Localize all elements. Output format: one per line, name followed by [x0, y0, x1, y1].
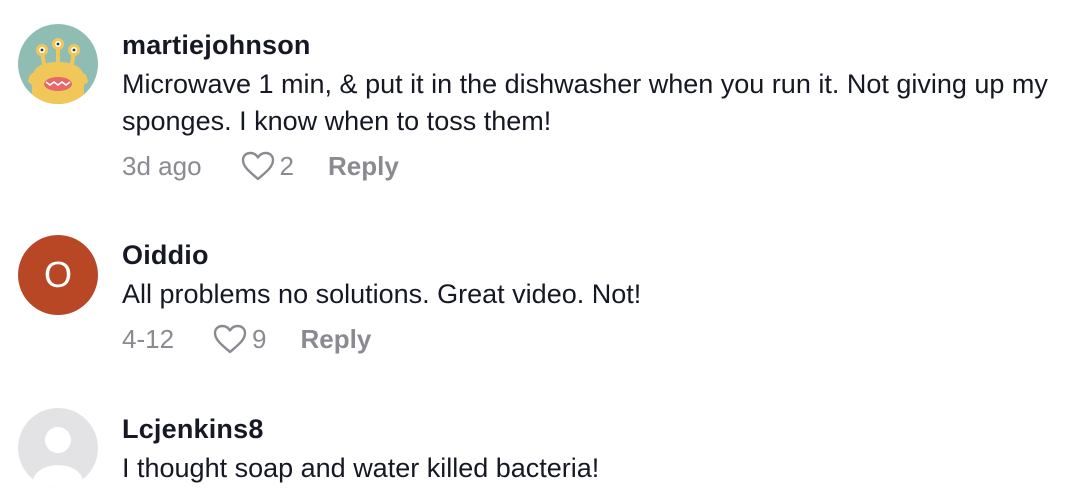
- avatar[interactable]: [18, 24, 98, 104]
- heart-icon: [213, 324, 247, 354]
- comment-meta: 4-12 9 Reply: [122, 319, 1060, 359]
- comment-meta: 3d ago 2 Reply: [122, 146, 1060, 186]
- like-count: 9: [252, 323, 267, 354]
- like-count: 2: [279, 150, 294, 181]
- like-button[interactable]: 2: [240, 150, 294, 182]
- comment-username[interactable]: Lcjenkins8: [122, 412, 1060, 446]
- like-button[interactable]: 9: [212, 323, 267, 355]
- comment-timestamp: 4-12: [122, 323, 175, 354]
- comment-text: Microwave 1 min, & put it in the dishwas…: [122, 69, 1048, 136]
- comment-username[interactable]: Oiddio: [122, 238, 1060, 272]
- alien-monster-avatar-icon: [18, 24, 98, 104]
- comment-username[interactable]: martiejohnson: [122, 28, 1060, 62]
- comment-timestamp: 3d ago: [122, 150, 202, 181]
- avatar[interactable]: O: [18, 235, 98, 315]
- avatar[interactable]: [18, 408, 98, 488]
- reply-button[interactable]: Reply: [328, 151, 399, 182]
- reply-button[interactable]: Reply: [301, 324, 372, 355]
- comment-text: I thought soap and water killed bacteria…: [122, 453, 600, 483]
- heart-icon: [241, 151, 274, 181]
- avatar-letter: O: [43, 254, 72, 295]
- comment-text: All problems no solutions. Great video. …: [122, 279, 642, 309]
- comment-list: martiejohnson Microwave 1 min, & put it …: [0, 0, 1080, 490]
- default-user-avatar-icon: [18, 408, 98, 488]
